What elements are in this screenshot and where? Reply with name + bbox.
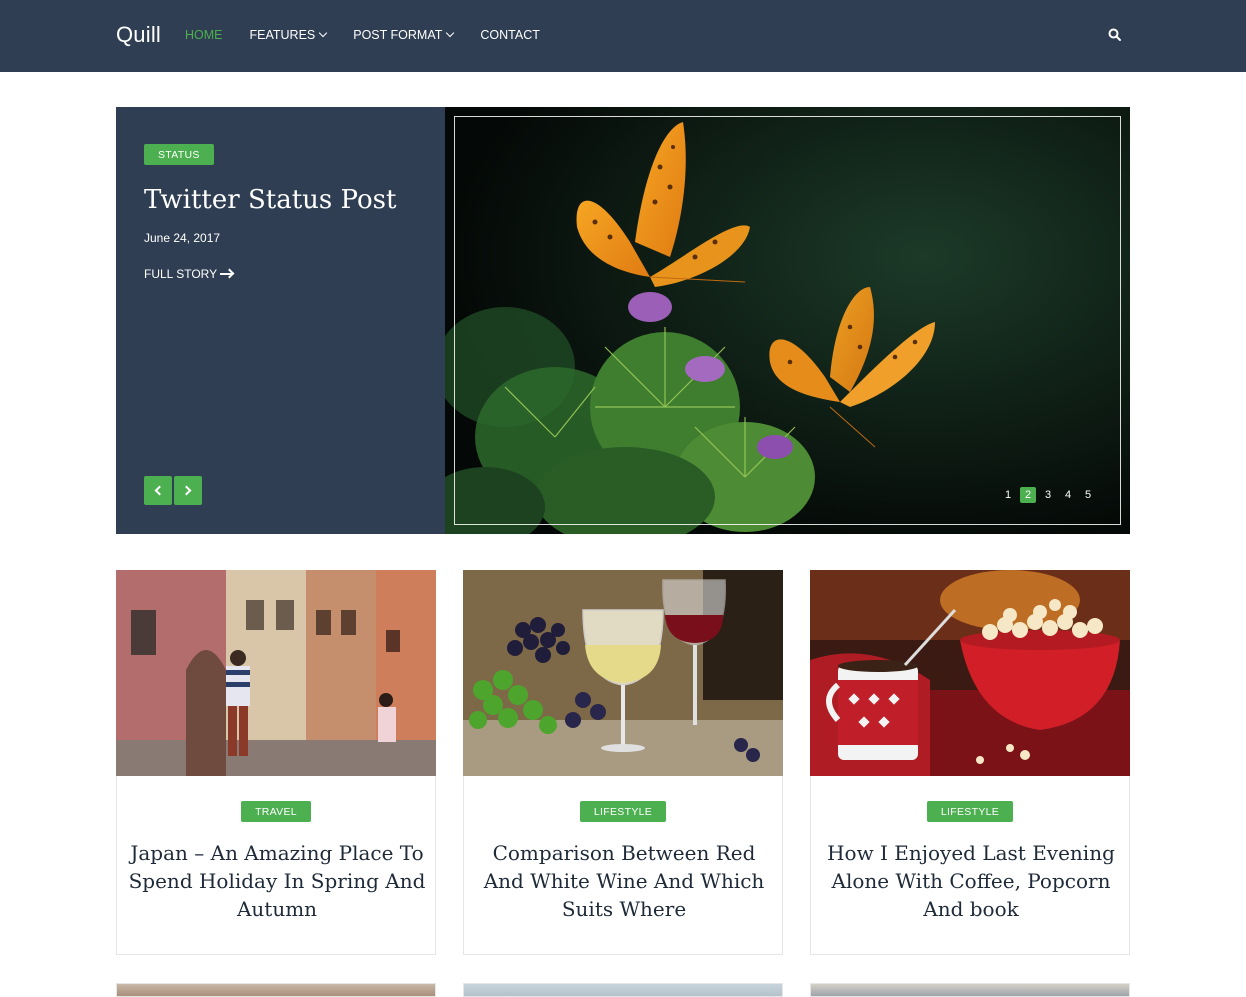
slide-date: June 24, 2017 bbox=[144, 231, 221, 245]
featured-slider: STATUS Twitter Status Post June 24, 2017… bbox=[116, 107, 1130, 534]
post-title[interactable]: Comparison Between Red And White Wine An… bbox=[474, 839, 774, 923]
chevron-right-icon bbox=[181, 485, 192, 496]
wine-image bbox=[463, 570, 783, 776]
nav-item-label: POST FORMAT bbox=[353, 28, 443, 42]
search-icon[interactable] bbox=[1107, 27, 1123, 43]
slider-dot-4[interactable]: 4 bbox=[1060, 487, 1076, 503]
top-navigation-bar: Quill HOME FEATURES POST FORMAT CONTACT bbox=[0, 0, 1246, 72]
category-badge-label: LIFESTYLE bbox=[579, 801, 667, 822]
post-card-partial[interactable] bbox=[116, 983, 436, 997]
slider-dot-3[interactable]: 3 bbox=[1040, 487, 1056, 503]
post-thumbnail[interactable] bbox=[463, 570, 783, 776]
slide-image[interactable]: 1 2 3 4 5 bbox=[445, 107, 1130, 534]
street-image bbox=[116, 570, 436, 776]
arrow-right-icon bbox=[220, 273, 233, 275]
main-nav: HOME FEATURES POST FORMAT CONTACT bbox=[185, 28, 567, 42]
post-card: LIFESTYLE Comparison Between Red And Whi… bbox=[463, 570, 783, 955]
category-badge-label: LIFESTYLE bbox=[926, 801, 1014, 822]
category-badge[interactable]: LIFESTYLE bbox=[811, 801, 1129, 822]
butterflies-image bbox=[445, 107, 1130, 534]
chevron-down-icon bbox=[319, 28, 328, 38]
post-title[interactable]: How I Enjoyed Last Evening Alone With Co… bbox=[821, 839, 1121, 923]
nav-item-post-format[interactable]: POST FORMAT bbox=[353, 28, 455, 42]
post-thumbnail[interactable] bbox=[810, 570, 1130, 776]
slider-dot-1[interactable]: 1 bbox=[1000, 487, 1016, 503]
slider-prev-button[interactable] bbox=[144, 476, 172, 505]
nav-item-label: FEATURES bbox=[249, 28, 316, 42]
post-thumbnail[interactable] bbox=[116, 570, 436, 776]
category-badge-label: STATUS bbox=[144, 144, 214, 165]
category-badge-label: TRAVEL bbox=[241, 801, 311, 822]
post-card: TRAVEL Japan – An Amazing Place To Spend… bbox=[116, 570, 436, 955]
slider-dot-5[interactable]: 5 bbox=[1080, 487, 1096, 503]
nav-item-label: HOME bbox=[185, 28, 223, 42]
post-card: LIFESTYLE How I Enjoyed Last Evening Alo… bbox=[810, 570, 1130, 955]
coffee-popcorn-image bbox=[810, 570, 1130, 776]
slider-dot-2[interactable]: 2 bbox=[1020, 487, 1036, 503]
category-badge[interactable]: LIFESTYLE bbox=[464, 801, 782, 822]
slider-pagination: 1 2 3 4 5 bbox=[1000, 487, 1096, 503]
nav-item-home[interactable]: HOME bbox=[185, 28, 223, 42]
nav-item-features[interactable]: FEATURES bbox=[249, 28, 328, 42]
nav-item-contact[interactable]: CONTACT bbox=[480, 28, 540, 42]
slide-info-panel: STATUS Twitter Status Post June 24, 2017… bbox=[116, 107, 445, 534]
category-badge[interactable]: TRAVEL bbox=[117, 801, 435, 822]
chevron-left-icon bbox=[154, 485, 165, 496]
post-card-partial[interactable] bbox=[810, 983, 1130, 997]
post-card-partial[interactable] bbox=[463, 983, 783, 997]
slide-title[interactable]: Twitter Status Post bbox=[144, 185, 396, 215]
chevron-down-icon bbox=[446, 28, 455, 38]
full-story-label: FULL STORY bbox=[144, 267, 218, 281]
post-title[interactable]: Japan – An Amazing Place To Spend Holida… bbox=[127, 839, 427, 923]
nav-item-label: CONTACT bbox=[480, 28, 540, 42]
site-logo[interactable]: Quill bbox=[116, 22, 161, 48]
full-story-link[interactable]: FULL STORY bbox=[144, 267, 233, 281]
category-badge[interactable]: STATUS bbox=[144, 144, 214, 165]
slider-next-button[interactable] bbox=[174, 476, 202, 505]
